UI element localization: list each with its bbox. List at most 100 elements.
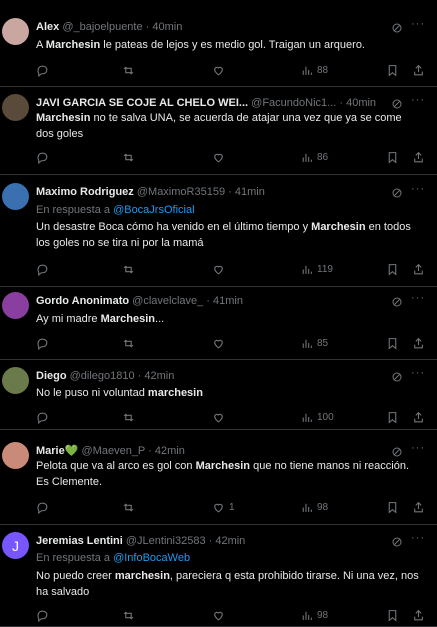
views-button[interactable]: 98 (300, 608, 328, 622)
like-button[interactable] (212, 336, 229, 350)
tweet[interactable]: Gordo Anonimato @clavelclave_ · 41min ···… (0, 287, 437, 360)
bookmark-button[interactable] (386, 63, 399, 77)
author-handle[interactable]: @dilego1810 (70, 370, 135, 382)
author-name[interactable]: Maximo Rodriguez (36, 186, 134, 198)
bookmark-button[interactable] (386, 262, 399, 276)
share-button[interactable] (412, 262, 425, 276)
tweet-actions: 88 (36, 63, 425, 77)
avatar[interactable] (2, 94, 29, 121)
more-icon[interactable]: ··· (411, 18, 425, 30)
reply-to-link[interactable]: @InfoBocaWeb (113, 552, 190, 564)
timestamp[interactable]: 40min (152, 21, 182, 33)
more-icon[interactable]: ··· (411, 183, 425, 195)
retweet-button[interactable] (122, 262, 139, 276)
author-name[interactable]: Gordo Anonimato (36, 295, 129, 307)
author-name[interactable]: JAVI GARCIA SE COJE AL CHELO WEI... (36, 97, 248, 109)
timestamp[interactable]: 42min (144, 370, 174, 382)
like-button[interactable] (212, 608, 229, 622)
author-name[interactable]: Diego (36, 370, 67, 382)
share-button[interactable] (412, 410, 425, 424)
share-button[interactable] (412, 63, 425, 77)
more-icon[interactable]: ··· (411, 367, 425, 379)
highlighted-term: marchesin (147, 387, 203, 399)
reply-button[interactable] (36, 336, 53, 350)
share-button[interactable] (412, 336, 425, 350)
tweet[interactable]: Maximo Rodriguez @MaximoR35159 · 41min ··… (0, 175, 437, 287)
retweet-button[interactable] (122, 410, 139, 424)
timestamp[interactable]: 42min (155, 445, 185, 457)
views-count: 85 (317, 337, 329, 349)
share-button[interactable] (412, 500, 425, 514)
share-button[interactable] (412, 608, 425, 622)
like-button[interactable] (212, 410, 229, 424)
author-name[interactable]: Alex (36, 21, 59, 33)
avatar[interactable] (2, 292, 29, 319)
reply-button[interactable] (36, 262, 53, 276)
bookmark-button[interactable] (386, 336, 399, 350)
tweet[interactable]: Marie💚 @Maeven_P · 42min ··· Pelota que va… (0, 430, 437, 525)
more-icon[interactable]: ··· (411, 94, 425, 106)
author-name[interactable]: Marie (36, 445, 65, 457)
author-handle[interactable]: @FacundoNic1... (251, 97, 336, 109)
author-name[interactable]: Jeremias Lentini (36, 535, 123, 547)
views-button[interactable]: 98 (300, 500, 328, 514)
timestamp[interactable]: 41min (235, 186, 265, 198)
timestamp[interactable]: 42min (215, 535, 245, 547)
like-button[interactable] (212, 63, 229, 77)
tweet[interactable]: J Jeremias Lentini @JLentini32583 · 42min… (0, 525, 437, 627)
avatar[interactable] (2, 183, 29, 210)
bookmark-button[interactable] (386, 150, 399, 164)
more-icon[interactable]: ··· (411, 532, 425, 544)
like-button[interactable] (212, 262, 229, 276)
bookmark-button[interactable] (386, 608, 399, 622)
avatar[interactable] (2, 18, 29, 45)
author-handle[interactable]: @clavelclave_ (132, 295, 203, 307)
author-handle[interactable]: @JLentini32583 (126, 535, 206, 547)
grok-icon[interactable] (391, 186, 403, 198)
timestamp[interactable]: 41min (213, 295, 243, 307)
author-handle[interactable]: @Maeven_P (82, 445, 146, 457)
share-button[interactable] (412, 150, 425, 164)
reply-button[interactable] (36, 63, 53, 77)
share-icon (412, 151, 425, 164)
tweet[interactable]: JAVI GARCIA SE COJE AL CHELO WEI... @Fac… (0, 87, 437, 175)
reply-to-link[interactable]: @BocaJrsOficial (113, 204, 194, 216)
like-button[interactable]: 1 (212, 500, 235, 514)
views-button[interactable]: 85 (300, 336, 328, 350)
views-button[interactable]: 119 (300, 262, 333, 276)
avatar[interactable] (2, 367, 29, 394)
reply-button[interactable] (36, 500, 53, 514)
tweet[interactable]: Diego @dilego1810 · 42min ··· No le puso n… (0, 360, 437, 430)
reply-button[interactable] (36, 410, 53, 424)
bookmark-button[interactable] (386, 500, 399, 514)
reply-button[interactable] (36, 150, 53, 164)
grok-icon[interactable] (391, 21, 403, 33)
timestamp[interactable]: 40min (346, 97, 376, 109)
grok-icon[interactable] (391, 295, 403, 307)
more-icon[interactable]: ··· (411, 292, 425, 304)
views-button[interactable]: 88 (300, 63, 328, 77)
author-handle[interactable]: @_bajoelpuente (62, 21, 142, 33)
bookmark-button[interactable] (386, 410, 399, 424)
views-button[interactable]: 86 (300, 150, 328, 164)
reply-button[interactable] (36, 608, 53, 622)
retweet-button[interactable] (122, 150, 139, 164)
avatar[interactable] (2, 442, 29, 469)
like-button[interactable] (212, 150, 229, 164)
grok-icon[interactable] (391, 445, 403, 457)
retweet-button[interactable] (122, 608, 139, 622)
reply-prefix: En respuesta a (36, 204, 114, 216)
more-icon[interactable]: ··· (411, 442, 425, 454)
avatar[interactable]: J (2, 532, 29, 559)
bookmark-icon (386, 64, 399, 77)
retweet-button[interactable] (122, 336, 139, 350)
grok-icon[interactable] (391, 535, 403, 547)
grok-icon[interactable] (391, 370, 403, 382)
retweet-button[interactable] (122, 63, 139, 77)
views-button[interactable]: 100 (300, 410, 334, 424)
grok-icon[interactable] (391, 97, 403, 109)
tweet-actions: 86 (36, 150, 425, 164)
retweet-button[interactable] (122, 500, 139, 514)
author-handle[interactable]: @MaximoR35159 (137, 186, 225, 198)
tweet[interactable]: Alex @_bajoelpuente · 40min ··· A Marchesi… (0, 0, 437, 87)
